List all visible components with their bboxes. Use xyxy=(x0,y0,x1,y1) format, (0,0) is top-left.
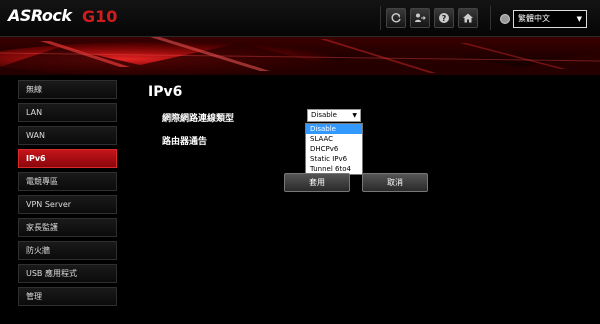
sidebar-item-vpn-server[interactable]: VPN Server xyxy=(18,195,117,214)
main-content: IPv6 網際網路連線類型 路由器通告 Disable ▼ Disable SL… xyxy=(124,75,600,324)
home-button[interactable] xyxy=(458,8,478,28)
option-slaac[interactable]: SLAAC xyxy=(306,134,362,144)
connection-type-value: Disable xyxy=(311,111,337,119)
page-title: IPv6 xyxy=(148,84,183,100)
option-dhcpv6[interactable]: DHCPv6 xyxy=(306,144,362,154)
user-logout-icon xyxy=(415,13,426,22)
toolbar: ? xyxy=(386,8,478,28)
sidebar-item-lan[interactable]: LAN xyxy=(18,103,117,122)
sidebar-item-firewall[interactable]: 防火牆 xyxy=(18,241,117,260)
language-value: 繁體中文 xyxy=(518,14,550,23)
home-icon xyxy=(463,13,473,23)
sidebar-item-wireless[interactable]: 無線 xyxy=(18,80,117,99)
brand-logo: ASRock xyxy=(8,6,72,25)
banner-graphic xyxy=(0,37,600,75)
sidebar-item-parental-control[interactable]: 家長監護 xyxy=(18,218,117,237)
top-bar: ASRock G10 ? 繁體中文 ▼ xyxy=(0,0,600,37)
globe-icon xyxy=(500,14,510,24)
header-banner xyxy=(0,37,600,75)
sidebar-item-usb-apps[interactable]: USB 應用程式 xyxy=(18,264,117,283)
sidebar-item-wan[interactable]: WAN xyxy=(18,126,117,145)
refresh-button[interactable] xyxy=(386,8,406,28)
svg-text:?: ? xyxy=(442,14,447,23)
chevron-down-icon: ▼ xyxy=(352,112,357,119)
option-static-ipv6[interactable]: Static IPv6 xyxy=(306,154,362,164)
sidebar-item-admin[interactable]: 管理 xyxy=(18,287,117,306)
cancel-button[interactable]: 取消 xyxy=(362,173,428,192)
chevron-down-icon: ▼ xyxy=(576,15,582,23)
sidebar-item-ipv6[interactable]: IPv6 xyxy=(18,149,117,168)
toolbar-divider xyxy=(380,6,381,30)
connection-type-label: 網際網路連線類型 xyxy=(162,114,235,124)
logout-button[interactable] xyxy=(410,8,430,28)
refresh-icon xyxy=(391,13,401,23)
language-select[interactable]: 繁體中文 ▼ xyxy=(513,10,587,28)
help-button[interactable]: ? xyxy=(434,8,454,28)
connection-type-dropdown: Disable SLAAC DHCPv6 Static IPv6 Tunnel … xyxy=(305,123,363,175)
help-icon: ? xyxy=(439,13,449,23)
apply-button[interactable]: 套用 xyxy=(284,173,350,192)
option-disable[interactable]: Disable xyxy=(306,124,362,134)
toolbar-divider xyxy=(490,6,491,30)
sidebar-nav: 無線 LAN WAN IPv6 電競專區 VPN Server 家長監護 防火牆… xyxy=(18,80,117,310)
router-advertisement-label: 路由器通告 xyxy=(162,137,208,147)
model-name: G10 xyxy=(82,7,118,26)
sidebar-item-gaming[interactable]: 電競專區 xyxy=(18,172,117,191)
connection-type-select[interactable]: Disable ▼ xyxy=(307,109,361,122)
